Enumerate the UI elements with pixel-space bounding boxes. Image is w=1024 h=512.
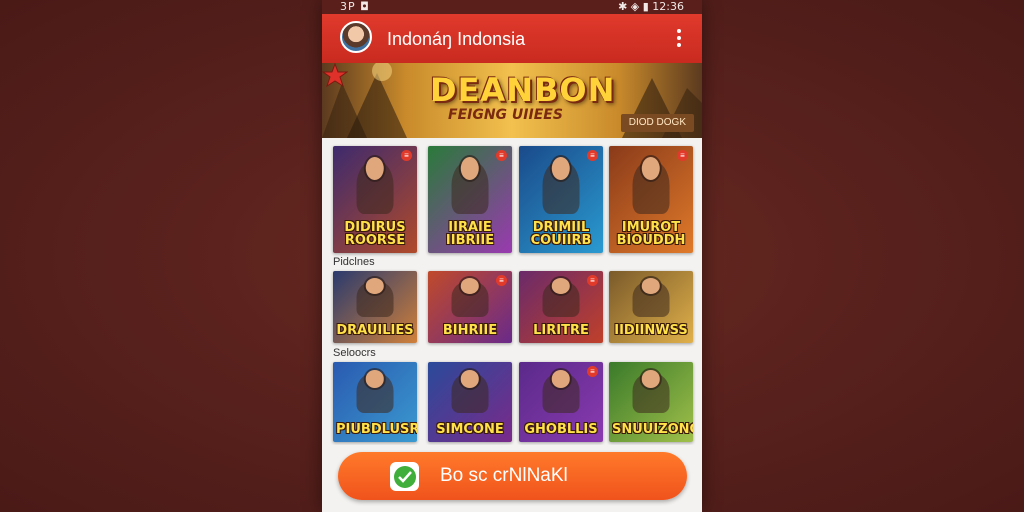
game-tile-title: IMUROT BIOUDDH: [616, 220, 686, 248]
game-tile[interactable]: PIUBDLUSRS: [333, 362, 417, 442]
game-tile-title: BIHRIIE: [442, 323, 498, 338]
section-label: Pidclnes: [333, 256, 375, 268]
bottom-bar: Bo sc crNlNaKl: [322, 445, 702, 512]
avatar[interactable]: [340, 21, 372, 53]
game-tile-title: LIRITRE: [533, 323, 589, 338]
game-tile[interactable]: ≡ DIDIRUS ROORSE: [333, 146, 417, 253]
section-label: Seloocrs: [333, 347, 376, 359]
game-character-head: [641, 370, 661, 388]
game-tile-title: IIDIINWSS: [614, 323, 688, 338]
badge-icon: ≡: [401, 150, 412, 161]
badge-icon: ≡: [677, 150, 688, 161]
banner-button[interactable]: DIOD DOGK: [620, 114, 694, 132]
badge-icon: ≡: [496, 150, 507, 161]
game-tile-title: DIDIRUS ROORSE: [344, 220, 406, 248]
game-tile[interactable]: ≡ GHOBLLIS: [519, 362, 603, 442]
game-tile-title: DRIMIIL COUIIRB: [530, 220, 592, 248]
star-icon: [322, 63, 348, 87]
status-bar: 3P ◘ ✱ ◈ ▮ 12:36: [322, 0, 702, 14]
game-tile[interactable]: ≡ LIRITRE: [519, 271, 603, 343]
phone-screen: 3P ◘ ✱ ◈ ▮ 12:36 Indonáŋ Indonsia DEANBO…: [322, 0, 702, 512]
game-tile[interactable]: SIMCONE: [428, 362, 512, 442]
badge-icon: ≡: [496, 275, 507, 286]
game-character-head: [460, 370, 480, 388]
game-character-head: [641, 156, 661, 181]
game-tile[interactable]: IIDIINWSS: [609, 271, 693, 343]
game-tile[interactable]: ≡ IMUROT BIOUDDH: [609, 146, 693, 253]
game-tile-title: SIMCONE: [436, 422, 504, 437]
game-tile-title: SNUUIZONGS: [612, 422, 693, 437]
banner-title: DEANBON: [430, 71, 616, 109]
game-tile[interactable]: SNUUIZONGS: [609, 362, 693, 442]
badge-icon: ≡: [587, 150, 598, 161]
app-bar: Indonáŋ Indonsia: [322, 14, 702, 63]
game-grid: Pidclnes Seloocrs ≡ DIDIRUS ROORSE ≡ IIRAIE…: [322, 138, 702, 445]
promo-banner[interactable]: DEANBON FEIGNG UIIEES DIOD DOGK: [322, 63, 702, 138]
banner-subtitle: FEIGNG UIIEES: [448, 107, 563, 123]
game-character-head: [460, 156, 480, 181]
game-tile-title: GHOBLLIS: [524, 422, 598, 437]
badge-icon: ≡: [587, 275, 598, 286]
game-character-head: [551, 370, 571, 388]
check-icon: [390, 462, 419, 491]
status-right: ✱ ◈ ▮ 12:36: [618, 0, 684, 13]
game-tile[interactable]: ≡ BIHRIIE: [428, 271, 512, 343]
game-tile-title: IIRAIE IIBRIIE: [445, 220, 495, 248]
game-tile-title: DRAUILIES: [336, 323, 414, 338]
status-left: 3P ◘: [340, 0, 370, 13]
game-tile[interactable]: DRAUILIES: [333, 271, 417, 343]
game-character-head: [551, 156, 571, 181]
app-title: Indonáŋ Indonsia: [387, 29, 526, 49]
game-character-head: [365, 370, 385, 388]
more-vert-icon[interactable]: [670, 27, 688, 49]
download-button-label: Bo sc crNlNaKl: [440, 465, 568, 486]
game-tile[interactable]: ≡ IIRAIE IIBRIIE: [428, 146, 512, 253]
download-button[interactable]: Bo sc crNlNaKl: [338, 452, 687, 500]
game-tile-title: PIUBDLUSRS: [336, 422, 417, 437]
badge-icon: ≡: [587, 366, 598, 377]
game-tile[interactable]: ≡ DRIMIIL COUIIRB: [519, 146, 603, 253]
game-character-head: [365, 156, 385, 181]
